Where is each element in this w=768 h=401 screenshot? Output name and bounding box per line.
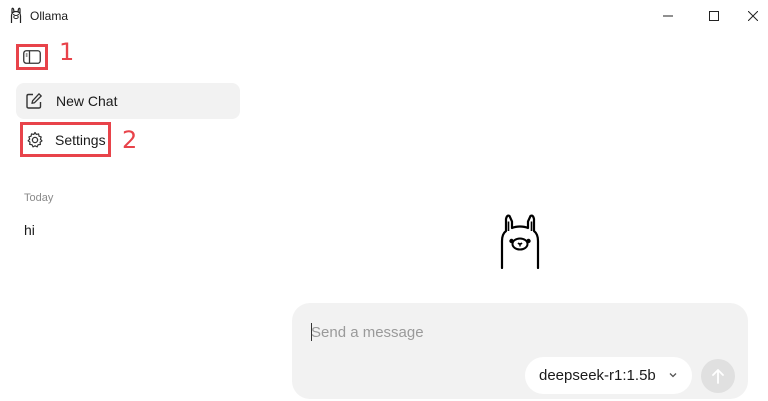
arrow-up-icon <box>712 369 724 384</box>
chevron-down-icon <box>669 373 677 378</box>
llama-logo-icon <box>500 214 540 269</box>
text-caret <box>311 323 312 341</box>
model-selector[interactable]: deepseek-r1:1.5b <box>525 357 692 394</box>
close-icon <box>747 11 758 21</box>
annotation-number: 2 <box>122 126 138 154</box>
new-chat-button[interactable]: New Chat <box>16 83 240 119</box>
model-name: deepseek-r1:1.5b <box>539 367 656 384</box>
minimize-icon <box>663 15 673 17</box>
message-input[interactable] <box>311 322 711 342</box>
new-chat-label: New Chat <box>56 93 118 109</box>
title-bar: Ollama <box>0 0 768 32</box>
annotation-number: 1 <box>59 38 75 66</box>
window-title: Ollama <box>30 9 69 23</box>
history-section-heading: Today <box>24 192 54 204</box>
maximize-icon <box>709 11 719 21</box>
message-composer: deepseek-r1:1.5b <box>292 303 748 399</box>
chat-history-item[interactable]: hi <box>24 222 35 238</box>
maximize-button[interactable] <box>691 0 737 32</box>
settings-button[interactable]: Settings <box>20 122 111 157</box>
sidebar-toggle-icon <box>23 50 41 64</box>
edit-icon <box>26 93 42 109</box>
settings-label: Settings <box>55 131 106 148</box>
gear-icon <box>27 131 43 147</box>
sidebar-toggle-button[interactable] <box>16 44 48 70</box>
send-button[interactable] <box>701 359 735 393</box>
close-button[interactable] <box>737 0 768 32</box>
minimize-button[interactable] <box>645 0 691 32</box>
llama-logo-icon <box>10 7 22 23</box>
